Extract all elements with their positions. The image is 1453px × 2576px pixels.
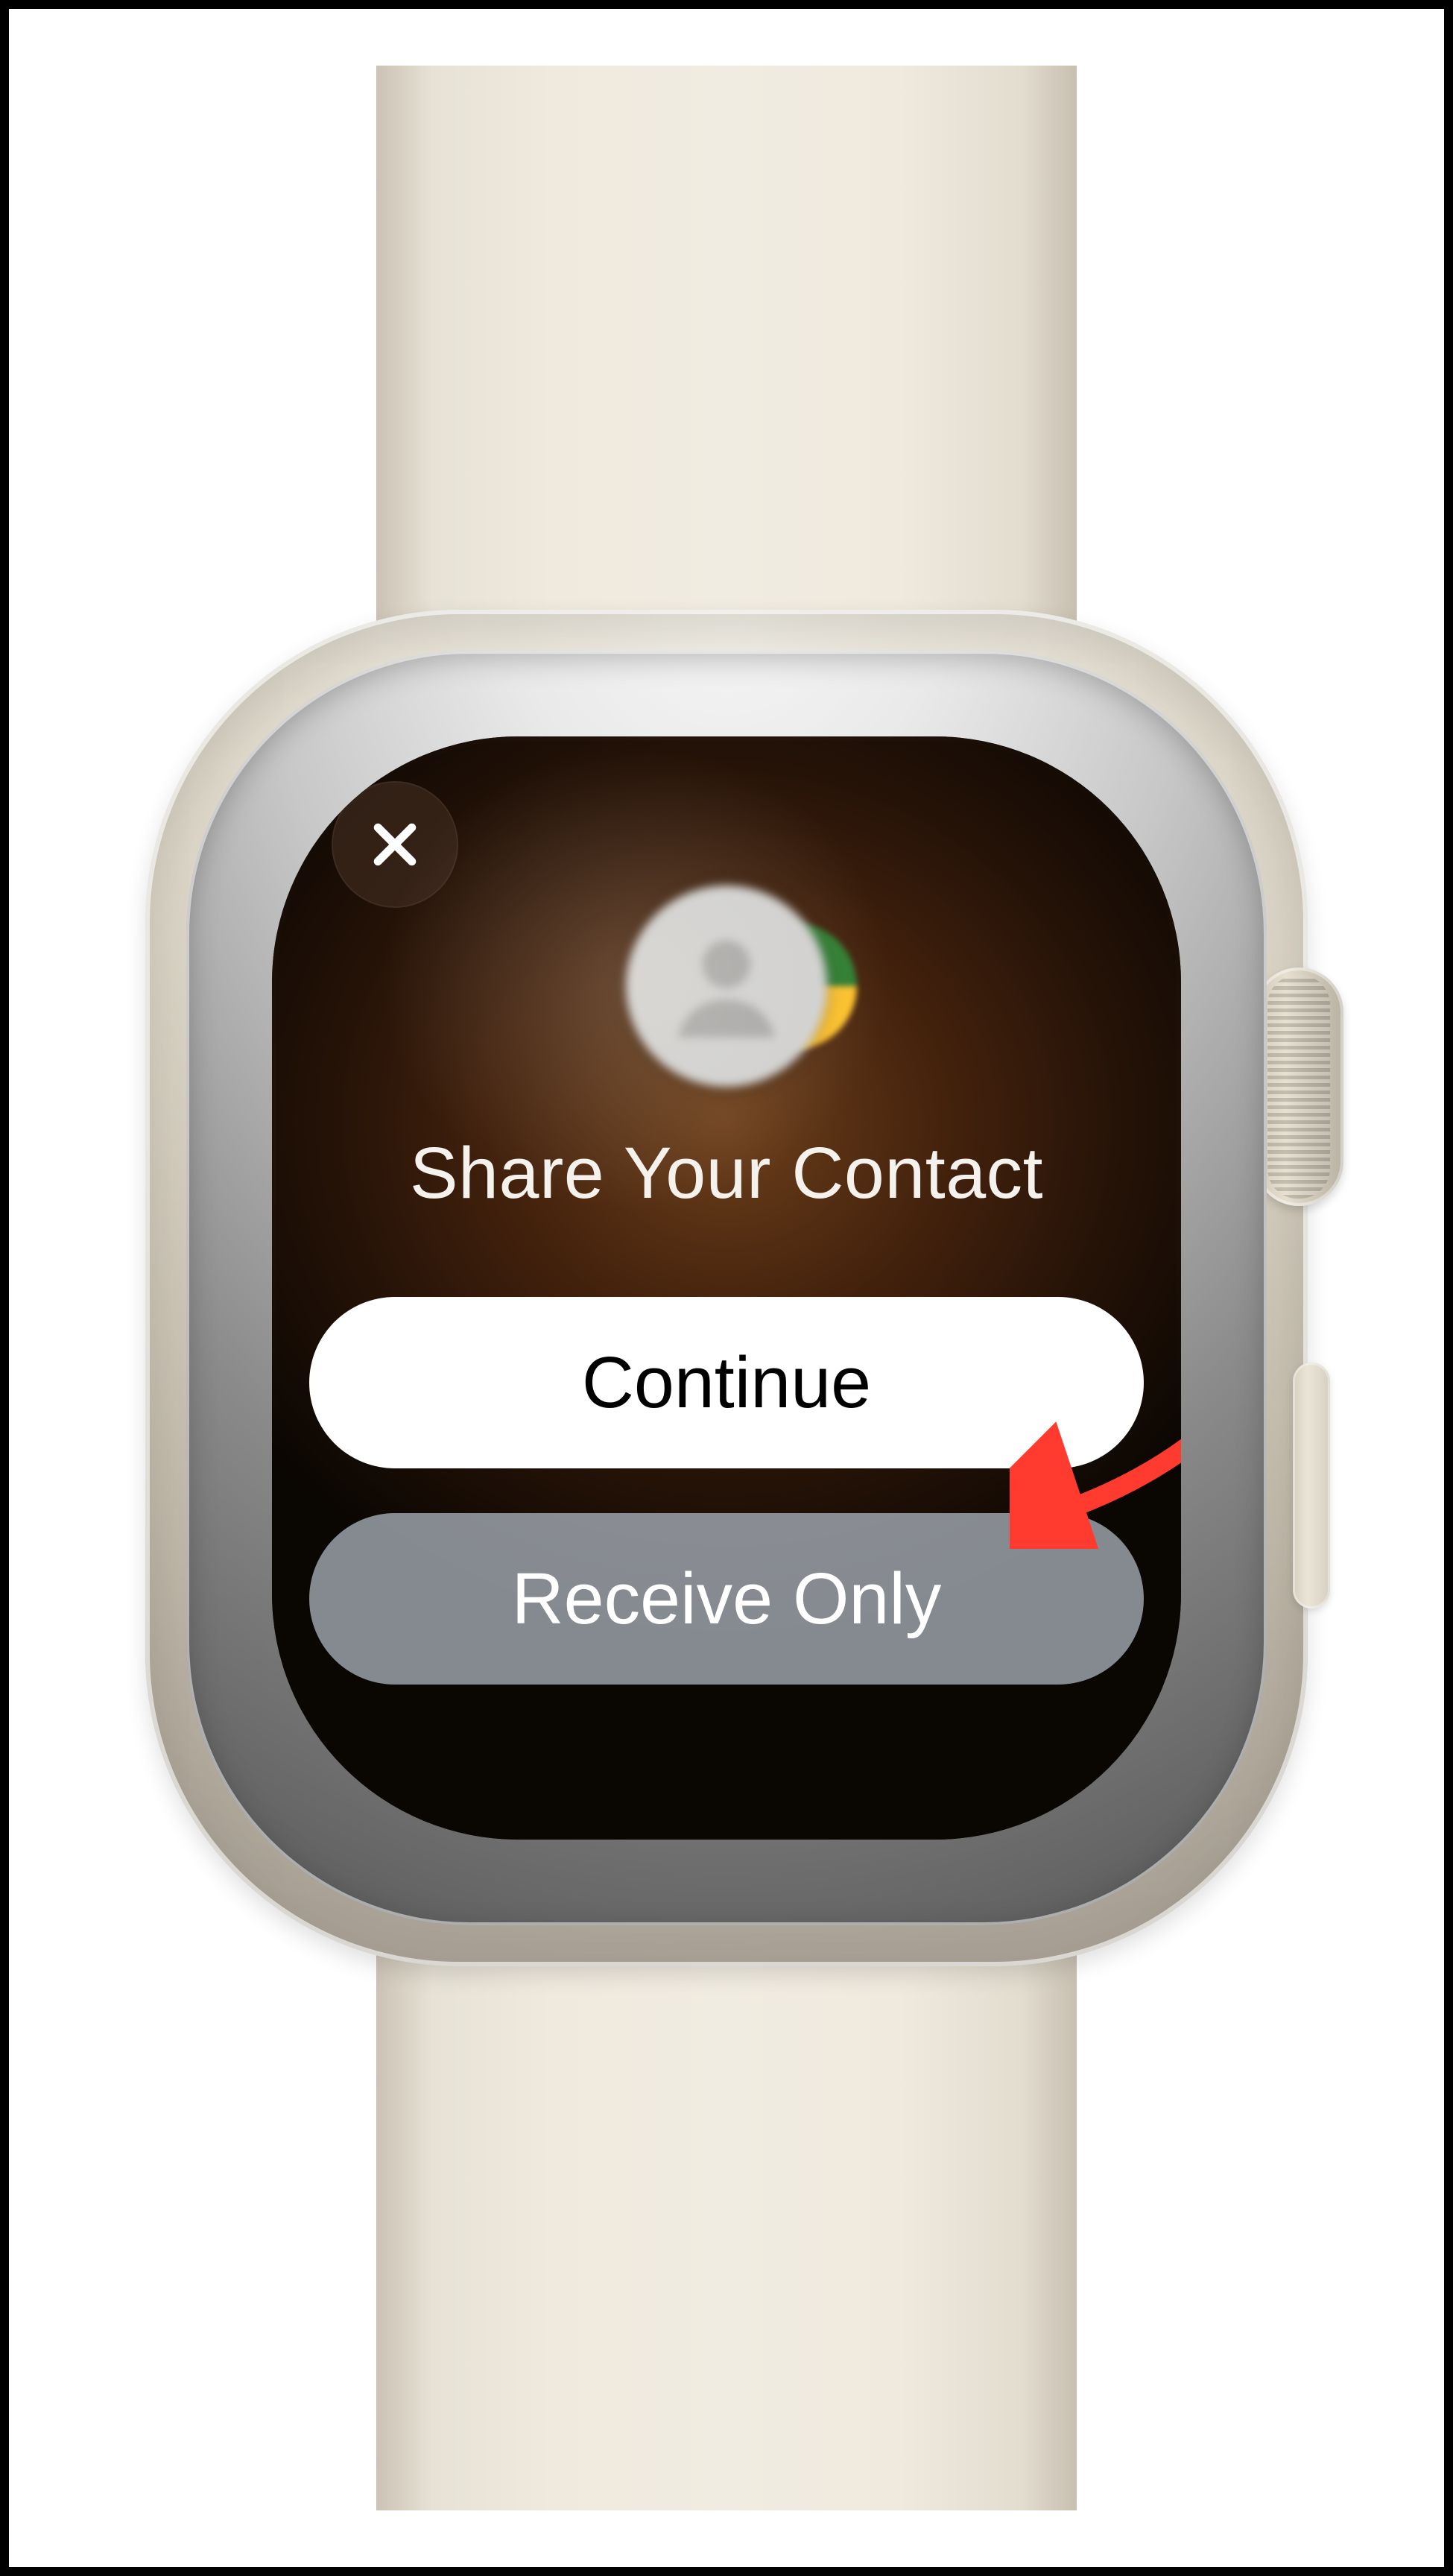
watch-bezel: Share Your Contact Continue Receive Only <box>186 651 1267 1925</box>
share-contact-dialog: Share Your Contact Continue Receive Only <box>272 736 1181 1840</box>
contact-avatar <box>626 886 827 1087</box>
side-button[interactable] <box>1293 1363 1330 1609</box>
watch-case: Share Your Contact Continue Receive Only <box>145 610 1308 1966</box>
watch-screen: Share Your Contact Continue Receive Only <box>272 736 1181 1840</box>
canvas-frame: Share Your Contact Continue Receive Only <box>0 0 1453 2576</box>
continue-button[interactable]: Continue <box>309 1297 1144 1468</box>
dialog-title: Share Your Contact <box>410 1131 1043 1215</box>
watch: Share Your Contact Continue Receive Only <box>108 95 1345 2481</box>
close-icon <box>366 815 424 874</box>
receive-only-button[interactable]: Receive Only <box>309 1513 1144 1685</box>
avatar-placeholder-icon <box>626 886 827 1087</box>
close-button[interactable] <box>332 781 458 908</box>
digital-crown[interactable] <box>1254 967 1343 1206</box>
